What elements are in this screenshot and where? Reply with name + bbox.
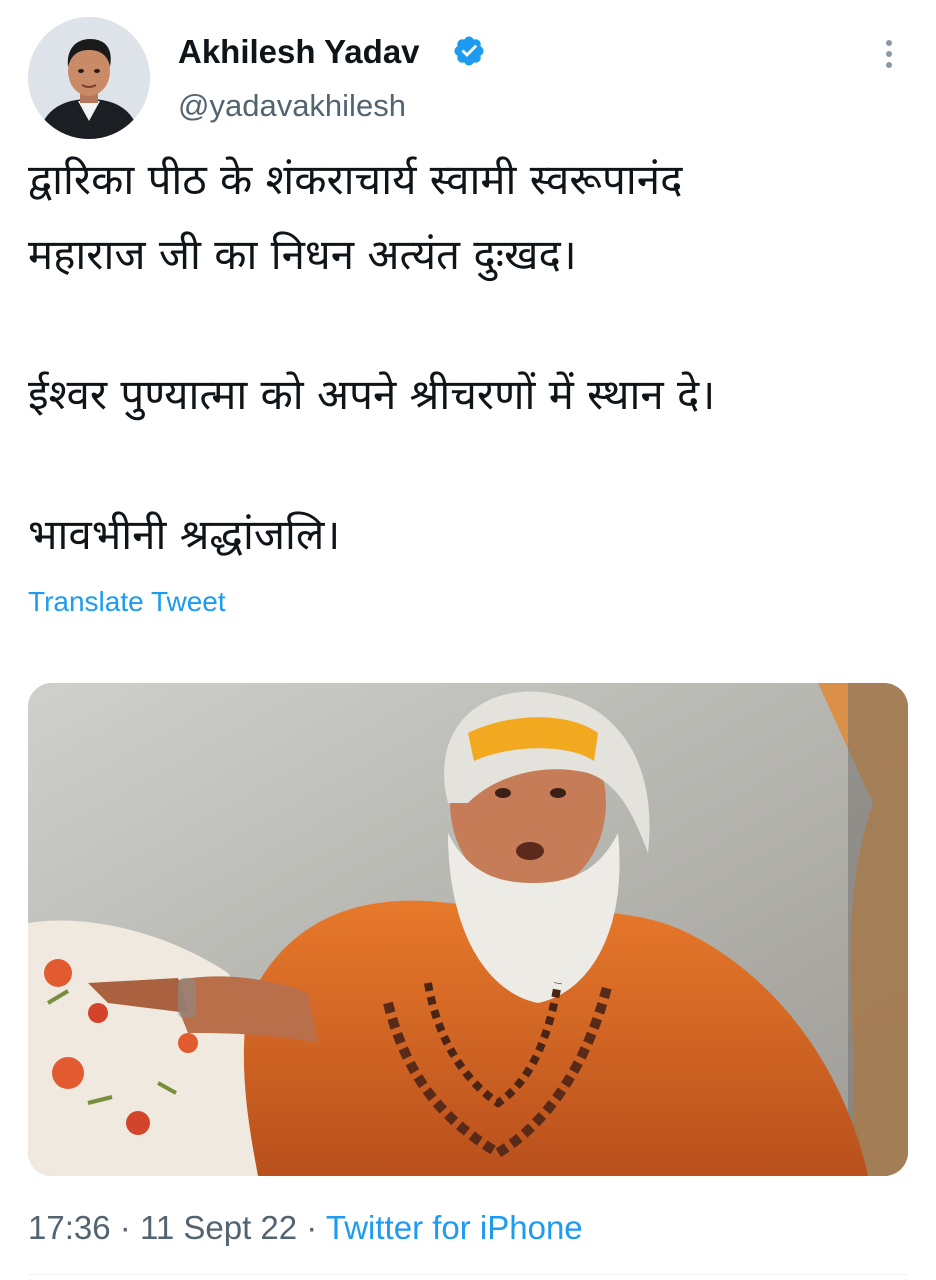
tweet-text-line: ईश्वर पुण्यात्मा को अपने श्रीचरणों में स… bbox=[28, 370, 716, 419]
tweet-source-link[interactable]: Twitter for iPhone bbox=[326, 1209, 583, 1246]
translate-tweet-link[interactable]: Translate Tweet bbox=[28, 584, 226, 620]
author-handle[interactable]: @yadavakhilesh bbox=[178, 85, 406, 127]
tweet-date[interactable]: 11 Sept 22 bbox=[140, 1209, 297, 1246]
more-options-icon[interactable] bbox=[876, 36, 902, 76]
tweet-text-line: द्वारिका पीठ के शंकराचार्य स्वामी स्वरूप… bbox=[28, 155, 683, 204]
divider bbox=[28, 1274, 908, 1275]
tweet-time[interactable]: 17:36 bbox=[28, 1209, 111, 1246]
verified-badge-icon bbox=[454, 36, 484, 66]
author-display-name[interactable]: Akhilesh Yadav bbox=[178, 30, 420, 74]
profile-photo-icon bbox=[28, 17, 150, 139]
meta-separator: · bbox=[119, 1209, 131, 1246]
tweet-text-line: महाराज जी का निधन अत्यंत दुःखद। bbox=[28, 230, 577, 279]
meta-separator: · bbox=[306, 1209, 318, 1246]
tweet-photo-icon bbox=[28, 683, 908, 1176]
tweet-meta: 17:36 · 11 Sept 22 · Twitter for iPhone bbox=[28, 1206, 583, 1250]
tweet-text-line: भावभीनी श्रद्धांजलि। bbox=[28, 510, 341, 559]
tweet-photo[interactable] bbox=[28, 683, 908, 1176]
author-avatar[interactable] bbox=[28, 17, 150, 139]
